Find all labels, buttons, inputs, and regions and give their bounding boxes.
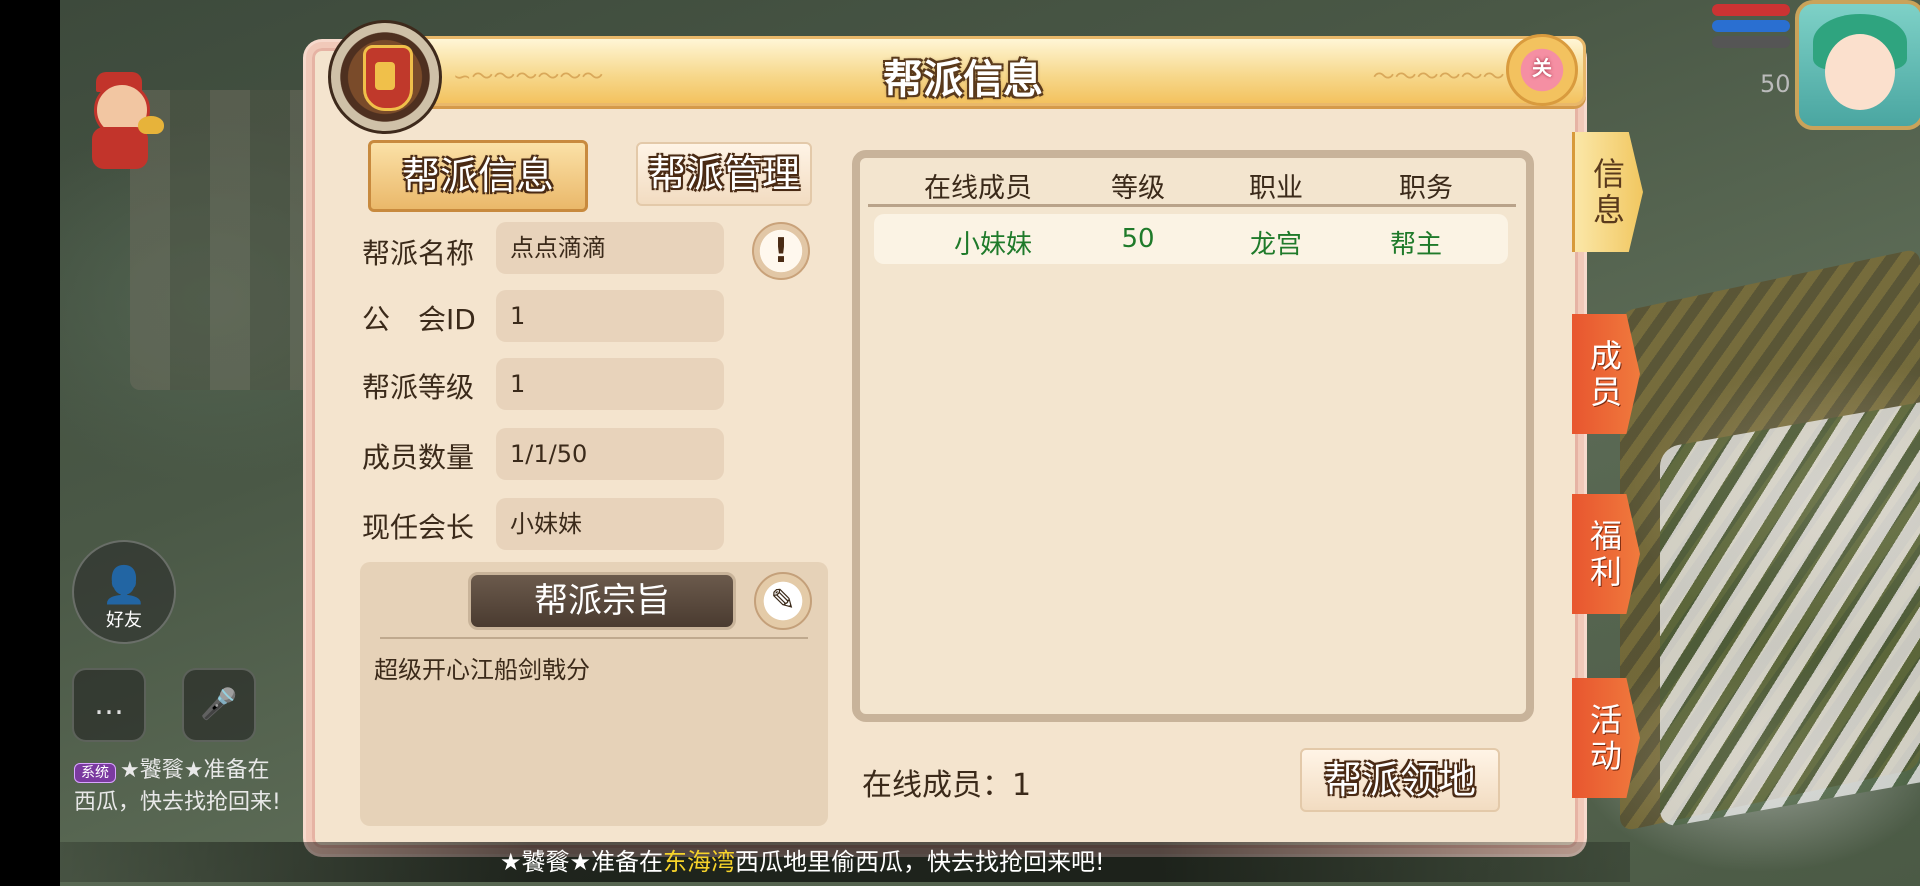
chat-icon: … [94,687,124,722]
leader-value: 小妹妹 [496,498,724,550]
exp-bar [1712,36,1790,48]
broadcast-text: ★饕餮★准备在东海湾西瓜地里偷西瓜，快去找抢回来吧! [500,842,1105,882]
side-tab-welfare-char1: 福 [1589,517,1622,555]
chat-line-1: ★饕餮★准备在 [120,758,270,783]
edit-purpose-button[interactable]: ✎ [754,572,812,630]
member-count-value: 1/1/50 [496,428,724,480]
header-class: 职业 [1249,173,1303,204]
guild-purpose-title: 帮派宗旨 [468,572,736,630]
letterbox [0,0,60,886]
side-tab-info-char1: 信 [1592,155,1625,193]
chat-button[interactable]: … [72,668,146,742]
gold-ingot-icon [138,116,164,134]
header-level: 等级 [1111,173,1165,204]
member-level: 50 [1121,224,1155,254]
table-header-divider [868,204,1516,207]
mic-icon: 🎤 [200,687,238,722]
broadcast-suffix: 西瓜地里偷西瓜，快去找抢回来吧! [735,848,1105,876]
guild-level-label: 帮派等级 [362,371,475,404]
guild-territory-button[interactable]: 帮派领地 [1300,748,1500,812]
chat-line-2: 西瓜，快去找抢回来! [74,790,281,815]
tab-guild-info[interactable]: 帮派信息 [368,140,588,212]
close-button[interactable]: 关 [1506,34,1578,106]
member-count-label: 成员数量 [362,441,475,474]
side-tab-events[interactable]: 活 动 [1572,678,1640,798]
chat-preview[interactable]: 系统 ★饕餮★准备在 西瓜，快去找抢回来! [74,756,334,818]
tab-guild-manage[interactable]: 帮派管理 [636,142,812,206]
guild-level-value: 1 [496,358,724,410]
header-online-member: 在线成员 [924,173,1032,204]
guild-name-value: 点点滴滴 [496,222,724,274]
snowy-roof [1660,391,1920,829]
side-tab-welfare[interactable]: 福 利 [1572,494,1640,614]
panel-titlebar: ∽～～～～～～ ～～～～～～∽ 帮派信息 [340,36,1586,106]
member-role: 帮主 [1389,230,1442,260]
side-tab-info[interactable]: 信 息 [1572,132,1643,252]
side-tab-welfare-char2: 利 [1589,553,1622,591]
alert-icon[interactable]: ! [752,222,810,280]
header-role: 职务 [1399,173,1453,204]
system-broadcast: ★饕餮★准备在东海湾西瓜地里偷西瓜，快去找抢回来吧! [60,842,1630,882]
voice-button[interactable]: 🎤 [182,668,256,742]
guild-name-label: 帮派名称 [362,237,475,270]
online-member-count: 在线成员：1 [862,768,1032,803]
friend-button[interactable]: 👤 好友 [72,540,176,644]
friend-icon: 👤 [101,565,147,606]
side-tab-members[interactable]: 成 员 [1572,314,1640,434]
guild-id-label: 公 会ID [362,303,476,336]
edit-icon: ✎ [770,583,796,618]
side-tab-info-char2: 息 [1592,191,1625,229]
player-avatar[interactable] [1795,0,1920,130]
npc-body [92,127,148,169]
side-tab-members-char1: 成 [1589,337,1622,375]
hp-bar [1712,4,1790,16]
broadcast-location-link[interactable]: 东海湾 [663,848,735,876]
member-class: 龙宫 [1249,230,1302,260]
mp-bar [1712,20,1790,32]
friend-label: 好友 [106,610,142,631]
side-tab-members-char2: 员 [1589,373,1622,411]
side-tab-events-char2: 动 [1589,737,1622,775]
status-bars [1712,4,1790,52]
broadcast-prefix: ★饕餮★准备在 [500,848,664,876]
purpose-divider [380,637,808,639]
avatar-face [1825,34,1895,110]
guild-emblem [328,20,442,134]
guild-purpose-text: 超级开心江船剑戟分 [374,656,590,684]
side-tab-events-char1: 活 [1589,701,1622,739]
member-name: 小妹妹 [953,230,1032,260]
leader-label: 现任会长 [362,511,475,544]
chat-tag: 系统 [74,763,116,783]
fortune-god-npc[interactable] [74,72,164,172]
panel-title: 帮派信息 [883,57,1043,103]
money-bag-icon [363,45,413,111]
guild-id-value: 1 [496,290,724,342]
player-level: 50 [1760,70,1791,98]
